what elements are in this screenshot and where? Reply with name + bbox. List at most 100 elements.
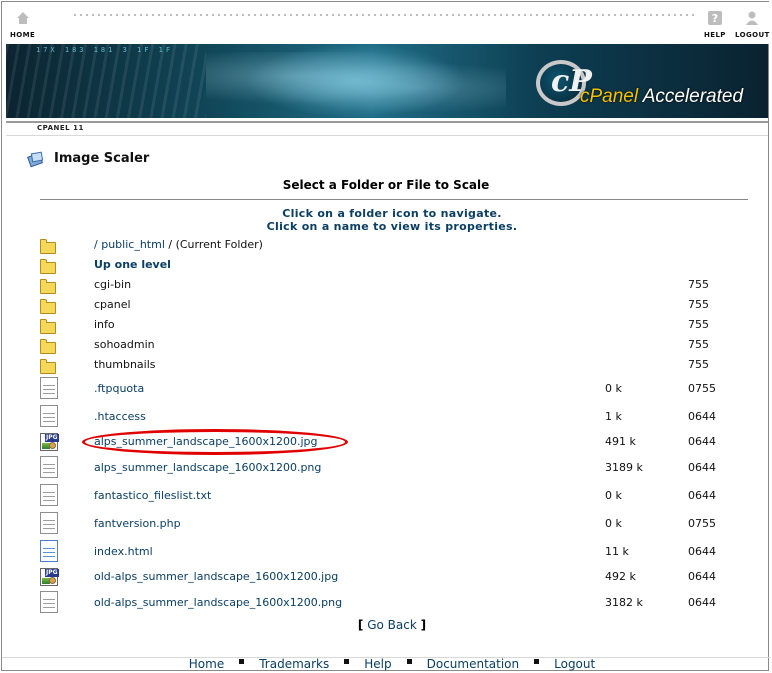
house-icon	[16, 12, 29, 24]
file-size: 492 k	[605, 570, 636, 583]
version-bar-underline	[6, 135, 768, 136]
logout-nav-button[interactable]: LOGOUT	[735, 10, 770, 40]
folder-icon	[40, 239, 56, 254]
folder-permissions: 755	[688, 298, 709, 311]
cpanel-logo-suffix: Accelerated	[642, 86, 744, 107]
folder-name[interactable]: cgi-bin	[94, 278, 131, 291]
cpanel-logo-brand: cPanel	[580, 86, 639, 107]
folder-permissions: 755	[688, 338, 709, 351]
help-nav-button[interactable]: ? HELP	[704, 10, 726, 40]
go-back: [ Go Back ]	[357, 618, 427, 632]
page-title: Image Scaler	[54, 151, 150, 166]
footer-separator	[239, 659, 245, 664]
banner-stripes	[6, 44, 206, 118]
home-nav-label: HOME	[10, 31, 36, 39]
go-back-link[interactable]: Go Back	[367, 618, 417, 632]
file-permissions: 0644	[688, 545, 716, 558]
file-name-link[interactable]: .ftpquota	[94, 382, 144, 395]
folder-icon[interactable]	[40, 319, 56, 334]
file-row[interactable]: .ftpquota 0 k 0755	[2, 377, 770, 402]
file-size: 0 k	[605, 489, 622, 502]
root-folder-link[interactable]: /	[94, 238, 98, 251]
footer-link-logout[interactable]: Logout	[554, 657, 595, 671]
current-folder-suffix: / (Current Folder)	[168, 238, 263, 251]
file-name-link[interactable]: alps_summer_landscape_1600x1200.jpg	[94, 435, 317, 448]
folder-row[interactable]: sohoadmin 755	[2, 338, 770, 358]
file-row[interactable]: .htaccess 1 k 0644	[2, 405, 770, 430]
file-size: 3189 k	[605, 461, 643, 474]
file-row[interactable]: JPG alps_summer_landscape_1600x1200.jpg …	[2, 433, 770, 455]
footer-link-trademarks[interactable]: Trademarks	[259, 657, 329, 671]
file-row[interactable]: JPG old-alps_summer_landscape_1600x1200.…	[2, 568, 770, 590]
top-nav: HOME ? HELP LOGOUT	[2, 2, 770, 44]
file-row[interactable]: old-alps_summer_landscape_1600x1200.png …	[2, 591, 770, 616]
instructions-line-1: Click on a folder icon to navigate.	[282, 207, 502, 220]
file-name-link[interactable]: old-alps_summer_landscape_1600x1200.png	[94, 596, 342, 609]
folder-permissions: 755	[688, 318, 709, 331]
folder-icon[interactable]	[40, 359, 56, 374]
jpg-file-icon: JPG	[40, 568, 59, 586]
divider	[40, 199, 748, 200]
current-folder-row: / public_html / (Current Folder)	[2, 238, 770, 258]
footer-separator	[534, 659, 540, 664]
folder-icon[interactable]	[40, 279, 56, 294]
image-scaler-icon	[27, 151, 44, 168]
folder-row[interactable]: cgi-bin 755	[2, 278, 770, 298]
text-file-icon	[40, 591, 58, 613]
public-html-link[interactable]: public_html	[101, 238, 165, 251]
nav-dotted-divider	[72, 12, 694, 18]
up-one-level-link[interactable]: Up one level	[94, 258, 171, 271]
folder-name[interactable]: thumbnails	[94, 358, 156, 371]
folder-icon[interactable]	[40, 339, 56, 354]
file-name-link[interactable]: fantversion.php	[94, 517, 181, 530]
text-file-icon	[40, 456, 58, 478]
current-folder-path: / public_html / (Current Folder)	[94, 238, 263, 251]
banner-digits: 17X 183 181 3 1F 1F	[36, 46, 174, 54]
home-nav-button[interactable]: HOME	[10, 10, 35, 40]
file-name-link[interactable]: old-alps_summer_landscape_1600x1200.jpg	[94, 570, 338, 583]
folder-row[interactable]: cpanel 755	[2, 298, 770, 318]
page-subheading: Select a Folder or File to Scale	[282, 178, 490, 192]
file-permissions: 0644	[688, 489, 716, 502]
file-name-link[interactable]: fantastico_fileslist.txt	[94, 489, 211, 502]
version-bar-line	[6, 121, 768, 123]
up-one-level-row[interactable]: Up one level	[2, 258, 770, 278]
file-name-link[interactable]: alps_summer_landscape_1600x1200.png	[94, 461, 321, 474]
file-permissions: 0755	[688, 517, 716, 530]
text-file-icon	[40, 484, 58, 506]
file-name-link[interactable]: .htaccess	[94, 410, 146, 423]
footer-separator	[344, 659, 350, 664]
folder-row[interactable]: thumbnails 755	[2, 358, 770, 378]
file-row[interactable]: index.html 11 k 0644	[2, 540, 770, 565]
footer-link-home[interactable]: Home	[189, 657, 224, 671]
version-label: CPANEL 11	[37, 124, 84, 132]
folder-name[interactable]: cpanel	[94, 298, 131, 311]
cpanel-banner: 17X 183 181 3 1F 1F cP cPanel Accelerate…	[6, 44, 768, 118]
folder-name[interactable]: sohoadmin	[94, 338, 155, 351]
folder-row[interactable]: info 755	[2, 318, 770, 338]
svg-text:?: ?	[712, 12, 718, 25]
file-row[interactable]: alps_summer_landscape_1600x1200.png 3189…	[2, 456, 770, 481]
file-size: 3182 k	[605, 596, 643, 609]
folder-icon[interactable]	[40, 259, 56, 274]
logout-nav-label: LOGOUT	[735, 31, 770, 39]
jpg-file-icon: JPG	[40, 433, 59, 451]
file-permissions: 0755	[688, 382, 716, 395]
cpanel-logo-text: cPanel Accelerated	[580, 86, 743, 108]
footer-link-help[interactable]: Help	[364, 657, 391, 671]
footer-link-documentation[interactable]: Documentation	[427, 657, 520, 671]
file-permissions: 0644	[688, 410, 716, 423]
file-permissions: 0644	[688, 596, 716, 609]
file-row[interactable]: fantversion.php 0 k 0755	[2, 512, 770, 537]
question-icon: ?	[707, 11, 722, 25]
file-permissions: 0644	[688, 435, 716, 448]
footer: Home Trademarks Help Documentation Logout	[2, 657, 770, 673]
folder-name[interactable]: info	[94, 318, 115, 331]
text-file-icon	[40, 405, 58, 427]
footer-links: Home Trademarks Help Documentation Logout	[2, 658, 772, 671]
file-size: 0 k	[605, 382, 622, 395]
footer-separator	[406, 659, 412, 664]
folder-icon[interactable]	[40, 299, 56, 314]
file-row[interactable]: fantastico_fileslist.txt 0 k 0644	[2, 484, 770, 509]
file-name-link[interactable]: index.html	[94, 545, 153, 558]
